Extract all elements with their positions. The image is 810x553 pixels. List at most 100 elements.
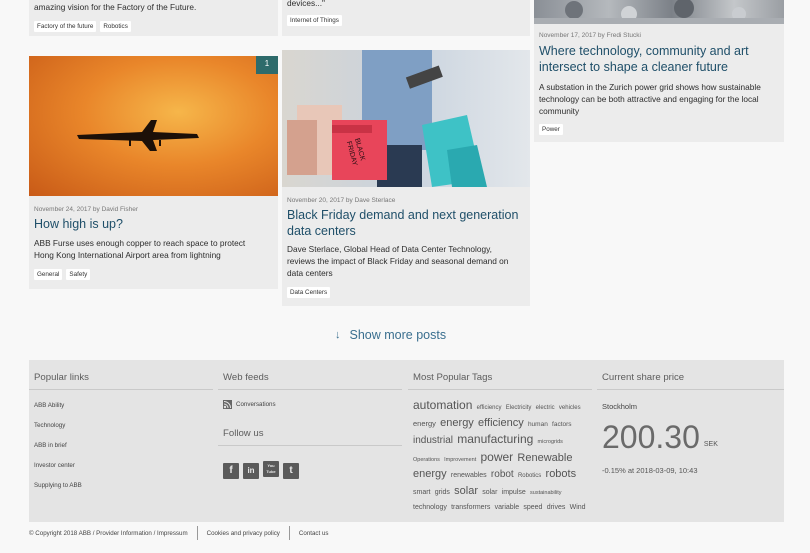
- cookies-link[interactable]: Cookies and privacy policy: [198, 530, 289, 537]
- desc-line: Dave Sterlace, Global Head of Data Cente…: [287, 244, 492, 254]
- youtube-icon[interactable]: You Tube: [263, 461, 279, 477]
- footer-link[interactable]: ABB Ability: [34, 402, 64, 409]
- post-image-shopping-bags[interactable]: BLACK FRIDAY: [282, 50, 530, 187]
- post-description: amazing vision for the Factory of the Fu…: [34, 2, 197, 12]
- copyright-link[interactable]: © Copyright 2018 ABB / Provider Informat…: [29, 530, 197, 537]
- machinery-graphic: [534, 0, 784, 24]
- popular-links-column: Popular links ABB Ability Technology ABB…: [29, 360, 213, 510]
- tag-cloud-link[interactable]: technology: [413, 504, 447, 511]
- desc-line: community: [539, 106, 580, 116]
- post-title[interactable]: Black Friday demand and next generation …: [287, 208, 518, 239]
- comment-count: 1: [264, 59, 270, 68]
- post-card-factory[interactable]: amazing vision for the Factory of the Fu…: [29, 0, 278, 36]
- tag-cloud-link[interactable]: robots: [546, 468, 577, 480]
- tag-link[interactable]: Safety: [66, 269, 91, 280]
- post-card-black-friday[interactable]: BLACK FRIDAY November 20, 2017 by Dave S…: [282, 50, 530, 306]
- contact-link[interactable]: Contact us: [290, 530, 338, 537]
- footer-link[interactable]: Supplying to ABB: [34, 482, 82, 489]
- tag-cloud-link[interactable]: Wind: [570, 504, 586, 511]
- tag-cloud-link[interactable]: solar: [482, 489, 497, 496]
- tag-link[interactable]: General: [34, 269, 63, 280]
- web-feeds-column: Web feeds Conversations Follow us f inYou…: [218, 360, 402, 510]
- post-card-technology-art[interactable]: November 17, 2017 by Fredi Stucki Where …: [534, 0, 784, 142]
- tag-cloud-link[interactable]: factors: [552, 421, 572, 428]
- post-tags: Power: [539, 124, 563, 135]
- tag-cloud-link[interactable]: energy: [413, 468, 447, 480]
- show-more-posts-button[interactable]: ↓ Show more posts: [335, 327, 446, 343]
- tag-cloud-link[interactable]: electric: [536, 405, 555, 411]
- tag-cloud-link[interactable]: energy: [413, 419, 436, 428]
- desc-line: technology can be both attractive and en…: [539, 94, 759, 104]
- tag-cloud-link[interactable]: microgrids: [538, 439, 563, 445]
- tag-cloud-link[interactable]: speed: [523, 504, 542, 511]
- stock-exchange: Stockholm: [602, 402, 638, 411]
- show-more-label: Show more posts: [349, 328, 447, 342]
- post-description: A substation in the Zurich power grid sh…: [539, 81, 761, 117]
- post-title-line[interactable]: intersect to shape a cleaner future: [539, 60, 749, 76]
- site-footer: Popular links ABB Ability Technology ABB…: [29, 360, 784, 522]
- tag-cloud-link[interactable]: efficiency: [478, 417, 524, 429]
- follow-us-heading: Follow us: [218, 416, 402, 446]
- tag-cloud-link[interactable]: impulse: [502, 489, 526, 496]
- tag-cloud-link[interactable]: robot: [491, 469, 514, 480]
- post-meta: November 24, 2017 by David Fisher: [34, 206, 139, 213]
- tag-link[interactable]: Robotics: [100, 21, 131, 32]
- desc-line: ABB Furse uses enough copper to reach sp…: [34, 238, 246, 248]
- tag-link[interactable]: Power: [539, 124, 563, 135]
- tag-cloud-link[interactable]: Improvement: [444, 457, 476, 463]
- popular-links-heading: Popular links: [29, 360, 213, 390]
- shopping-bags-graphic: BLACK FRIDAY: [287, 50, 487, 187]
- price: 200.30: [602, 419, 700, 455]
- post-title[interactable]: How high is up?: [34, 217, 123, 233]
- tag-link[interactable]: Factory of the future: [34, 21, 97, 32]
- tag-cloud-link[interactable]: Operations: [413, 457, 440, 463]
- tag-cloud-link[interactable]: solar: [454, 485, 478, 497]
- comment-count-badge[interactable]: 1: [256, 56, 278, 74]
- rss-feed-link[interactable]: Conversations: [223, 400, 276, 409]
- tag-cloud-link[interactable]: Electricity: [506, 405, 532, 411]
- tag-cloud-link[interactable]: grids: [435, 489, 450, 496]
- tag-cloud-link[interactable]: Robotics: [518, 473, 541, 479]
- share-price-column: Current share price Stockholm 200.30 SEK…: [597, 360, 784, 510]
- linkedin-icon[interactable]: in: [243, 463, 259, 479]
- footer-link[interactable]: Investor center: [34, 462, 75, 469]
- tag-cloud-link[interactable]: vehicles: [559, 405, 581, 411]
- tag-link[interactable]: Internet of Things: [287, 15, 342, 26]
- post-image-industrial[interactable]: [534, 0, 784, 24]
- share-price-heading: Current share price: [597, 360, 784, 390]
- tag-cloud: automation efficiency Electricity electr…: [413, 398, 595, 516]
- tag-cloud-link[interactable]: variable: [495, 504, 520, 511]
- post-title-line[interactable]: Where technology, community and art: [539, 44, 749, 60]
- post-image-airplane[interactable]: [29, 56, 278, 196]
- bottom-links-bar: © Copyright 2018 ABB / Provider Informat…: [29, 526, 337, 540]
- tag-cloud-link[interactable]: sustainability: [530, 490, 562, 496]
- share-price-change: -0.15% at 2018-03-09, 10:43: [602, 466, 698, 475]
- tag-cloud-link[interactable]: renewables: [451, 472, 487, 479]
- post-card-how-high[interactable]: 1 November 24, 2017 by David Fisher How …: [29, 56, 278, 289]
- tag-link[interactable]: Data Centers: [287, 287, 331, 298]
- tag-cloud-link[interactable]: automation: [413, 398, 472, 412]
- tag-cloud-link[interactable]: energy: [440, 417, 474, 429]
- post-card-iot[interactable]: devices..." Internet of Things: [282, 0, 530, 36]
- arrow-down-icon: ↓: [335, 329, 341, 341]
- tag-cloud-link[interactable]: transformers: [451, 504, 490, 511]
- tag-cloud-link[interactable]: industrial: [413, 435, 453, 446]
- tag-cloud-link[interactable]: drives: [547, 504, 566, 511]
- post-description: Dave Sterlace, Global Head of Data Cente…: [287, 243, 508, 279]
- twitter-icon[interactable]: t: [283, 463, 299, 479]
- tag-cloud-link[interactable]: smart: [413, 489, 431, 496]
- tag-cloud-link[interactable]: power: [480, 450, 513, 464]
- post-title-line[interactable]: data centers: [287, 224, 518, 240]
- post-meta: November 17, 2017 by Fredi Stucki: [539, 32, 641, 39]
- tag-cloud-link[interactable]: efficiency: [477, 405, 502, 411]
- tag-cloud-link[interactable]: manufacturing: [457, 432, 533, 446]
- facebook-icon[interactable]: f: [223, 463, 239, 479]
- post-title-line[interactable]: Black Friday demand and next generation: [287, 208, 518, 224]
- desc-line: reviews the impact of Black Friday and s…: [287, 256, 509, 266]
- tag-cloud-link[interactable]: human: [528, 421, 548, 428]
- web-feeds-heading: Web feeds: [218, 360, 402, 390]
- footer-link[interactable]: ABB in brief: [34, 442, 67, 449]
- tag-cloud-link[interactable]: Renewable: [517, 452, 572, 464]
- post-title[interactable]: Where technology, community and art inte…: [539, 44, 749, 75]
- footer-link[interactable]: Technology: [34, 422, 65, 429]
